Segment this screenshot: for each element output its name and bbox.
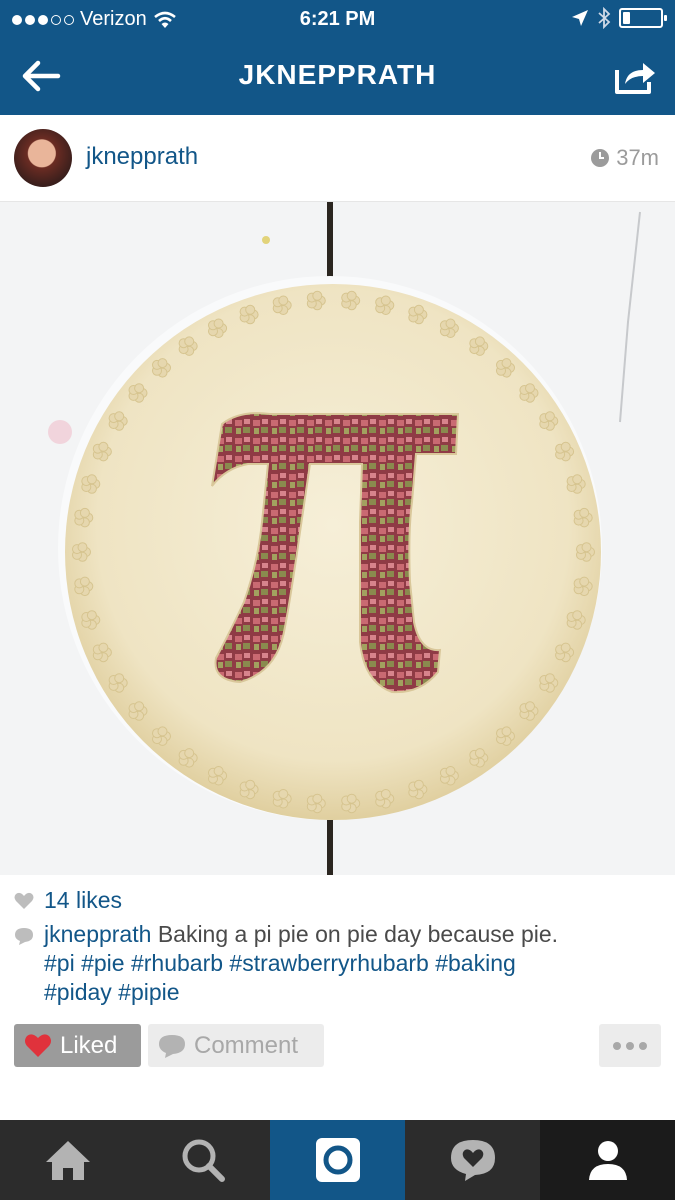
profile-icon: [588, 1141, 627, 1180]
more-options-button[interactable]: [599, 1024, 661, 1067]
activity-bubble-icon: [450, 1140, 495, 1181]
liked-label: Liked: [60, 1031, 118, 1059]
comment-label: Comment: [194, 1031, 299, 1059]
caption-hashtags-line1[interactable]: #pi #pie #rhubarb #strawberryrhubarb #ba…: [44, 950, 516, 976]
caption-body: Baking a pi pie on pie day because pie.: [157, 921, 559, 947]
likes-count: 14 likes: [44, 887, 122, 913]
status-right: [571, 7, 667, 29]
caption-hashtags-line2[interactable]: #piday #pipie: [44, 979, 180, 1005]
page-title: JKNEPPRATH: [238, 59, 437, 90]
nav-bar: JKNEPPRATH: [0, 38, 675, 115]
caption-text: jknepprath Baking a pi pie on pie day be…: [44, 920, 558, 1007]
pi-pie-image: [0, 202, 675, 875]
tab-bar: [0, 1120, 675, 1200]
location-arrow-icon: [572, 10, 588, 26]
tab-profile[interactable]: [540, 1120, 675, 1200]
camera-icon: [315, 1138, 360, 1182]
comment-button[interactable]: Comment: [148, 1024, 324, 1067]
bluetooth-icon: [598, 7, 611, 29]
battery-icon: [619, 8, 667, 28]
share-icon: [615, 63, 655, 94]
avatar[interactable]: [14, 129, 72, 187]
tab-home[interactable]: [0, 1120, 135, 1200]
caption: jknepprath Baking a pi pie on pie day be…: [14, 920, 664, 1007]
post-time-label: 37m: [616, 145, 659, 170]
post-photo[interactable]: [0, 202, 675, 875]
ellipsis-icon: [613, 1041, 621, 1050]
comment-small-icon: [15, 928, 33, 945]
caption-username[interactable]: jknepprath: [44, 921, 151, 947]
tab-camera[interactable]: [270, 1120, 405, 1200]
status-bar: Verizon 6:21 PM: [0, 0, 675, 38]
heart-small-icon: [14, 892, 34, 909]
comment-icon: [159, 1034, 185, 1058]
app-header: Verizon 6:21 PM JKNEPPRATH: [0, 0, 675, 115]
post-header: jknepprath 37m: [0, 115, 675, 202]
liked-button[interactable]: Liked: [14, 1024, 141, 1067]
post-username[interactable]: jknepprath: [86, 143, 198, 171]
search-icon: [182, 1139, 225, 1182]
post-time: 37m: [590, 145, 659, 171]
heart-icon: [25, 1034, 51, 1057]
clock-icon: [591, 149, 610, 167]
home-icon: [45, 1141, 90, 1180]
tab-activity[interactable]: [405, 1120, 540, 1200]
share-button[interactable]: [611, 54, 657, 98]
tab-search[interactable]: [135, 1120, 270, 1200]
likes-row[interactable]: 14 likes: [14, 887, 122, 914]
